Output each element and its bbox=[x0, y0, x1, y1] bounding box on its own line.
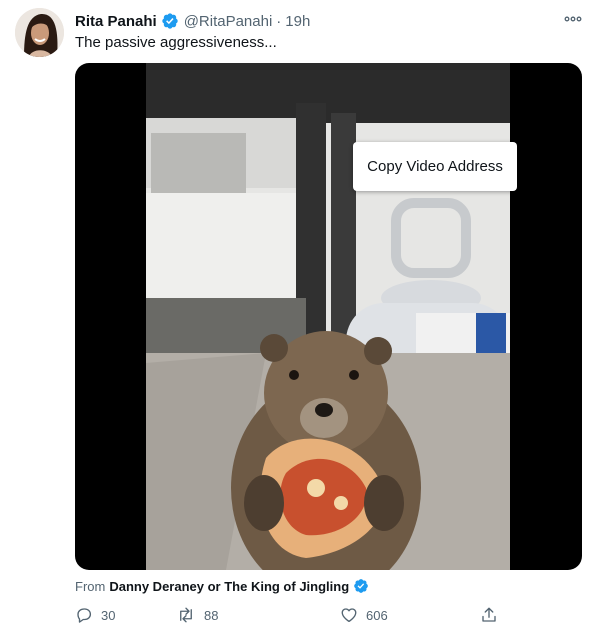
more-options-button[interactable] bbox=[562, 12, 584, 26]
like-icon bbox=[341, 608, 357, 623]
attribution-source-link[interactable]: Danny Deraney or The King of Jingling bbox=[109, 579, 349, 594]
reply-button[interactable]: 30 bbox=[75, 604, 115, 626]
tweet-actions: 30 88 606 bbox=[75, 604, 505, 626]
retweet-icon bbox=[180, 607, 192, 623]
reply-count: 30 bbox=[101, 607, 116, 623]
video-player[interactable]: Copy Video Address bbox=[75, 63, 582, 570]
retweet-button[interactable]: 88 bbox=[176, 604, 218, 626]
tweet-text: The passive aggressiveness... bbox=[75, 34, 277, 51]
tweet-timestamp[interactable]: 19h bbox=[285, 13, 310, 30]
video-attribution: From Danny Deraney or The King of Jingli… bbox=[75, 577, 369, 595]
video-still-image bbox=[146, 63, 510, 570]
attribution-prefix: From bbox=[75, 578, 106, 594]
verified-badge-icon bbox=[161, 12, 179, 30]
like-button[interactable]: 606 bbox=[340, 604, 388, 626]
tweet-card[interactable]: Rita Panahi @RitaPanahi · 19h The passiv… bbox=[0, 0, 598, 634]
ellipsis-icon bbox=[564, 16, 582, 22]
tweet-header: Rita Panahi @RitaPanahi · 19h bbox=[75, 10, 310, 32]
header-separator: · bbox=[276, 12, 282, 30]
author-display-name[interactable]: Rita Panahi bbox=[75, 13, 157, 30]
like-count: 606 bbox=[366, 607, 388, 623]
share-icon bbox=[482, 607, 496, 622]
video-frame[interactable] bbox=[146, 63, 510, 570]
retweet-count: 88 bbox=[204, 607, 219, 623]
profile-photo-icon bbox=[15, 8, 64, 57]
copy-video-address-menu-item[interactable]: Copy Video Address bbox=[353, 142, 517, 191]
reply-icon bbox=[77, 608, 92, 623]
author-avatar[interactable] bbox=[15, 8, 64, 57]
author-handle[interactable]: @RitaPanahi bbox=[184, 13, 273, 30]
verified-badge-icon bbox=[353, 578, 369, 594]
share-button[interactable] bbox=[480, 604, 506, 626]
